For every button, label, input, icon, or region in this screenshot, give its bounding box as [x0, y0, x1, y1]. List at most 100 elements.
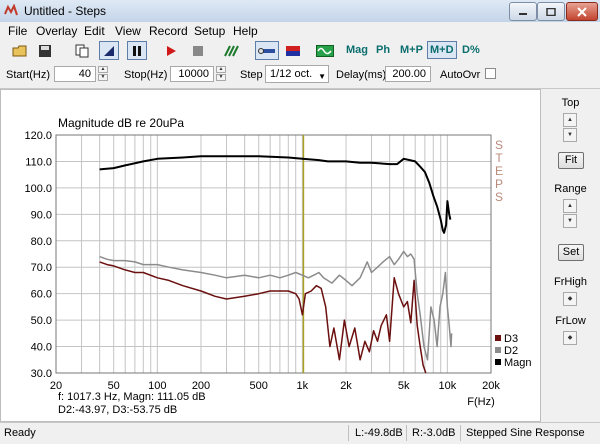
pause-icon [133, 45, 141, 56]
distortion-percent-button[interactable]: D% [462, 44, 480, 56]
copy-icon [75, 44, 89, 57]
minimize-icon [519, 12, 527, 15]
range-down-button[interactable]: ▼ [563, 214, 577, 228]
top-up-button[interactable]: ▲ [563, 113, 577, 127]
mag-distortion-button[interactable]: M+D [427, 41, 457, 59]
menu-view[interactable]: View [115, 24, 141, 38]
status-right-level: R:-3.0dB [412, 427, 456, 439]
stop-label: Stop(Hz) [124, 69, 168, 81]
delay-input[interactable]: 200.00 [385, 66, 431, 82]
sweep-forward-icon [104, 45, 114, 56]
cursor-readout-line2: D2:-43.97, D3:-53.75 dB [58, 404, 177, 416]
frhigh-label: FrHigh [553, 276, 587, 288]
menu-file[interactable]: File [8, 24, 27, 38]
menu-overlay[interactable]: Overlay [36, 24, 77, 38]
flag-button[interactable] [283, 41, 303, 60]
open-button[interactable] [10, 41, 30, 60]
sweep-button[interactable] [99, 41, 119, 60]
y-tick-label: 110.0 [25, 156, 52, 168]
steps-watermark-letter: E [495, 164, 503, 178]
phase-button[interactable]: Ph [376, 44, 390, 56]
toolbar: Mag Ph M+P M+D D% [0, 40, 600, 62]
grid-button[interactable] [222, 41, 242, 60]
range-up-button[interactable]: ▲ [563, 199, 577, 213]
save-disk-icon [39, 44, 51, 57]
menu-edit[interactable]: Edit [84, 24, 105, 38]
status-left-level: L:-49.8dB [355, 427, 403, 439]
magnitude-chart[interactable]: 120.0 110.0 100.0 90.0 80.0 70.0 60.0 50.0 40.0 3… [1, 90, 540, 421]
y-tick-label: 60.0 [31, 289, 52, 301]
y-tick-label: 100.0 [24, 183, 52, 195]
menu-record[interactable]: Record [149, 24, 188, 38]
menu-bar: File Overlay Edit View Record Setup Help [0, 22, 600, 40]
step-select[interactable]: 1/12 oct. ▼ [265, 65, 329, 83]
fit-button[interactable]: Fit [558, 152, 584, 169]
autoovr-label: AutoOvr [440, 69, 481, 81]
plot-background [56, 135, 491, 373]
x-axis-label: F(Hz) [467, 396, 495, 408]
x-tick-label: 20k [482, 380, 500, 392]
steps-watermark-letter: S [495, 138, 503, 152]
minimize-button[interactable] [509, 2, 537, 21]
autoovr-checkbox[interactable] [485, 68, 496, 79]
status-mode: Stepped Sine Response [466, 427, 585, 439]
flag-icon [286, 45, 300, 56]
top-down-button[interactable]: ▼ [563, 128, 577, 142]
y-tick-label: 50.0 [31, 315, 52, 327]
link-icon [258, 47, 275, 54]
step-value: 1/12 oct. [270, 68, 313, 80]
x-tick-label: 5k [398, 380, 410, 392]
cursor-readout-line1: f: 1017.3 Hz, Magn: 111.05 dB [58, 391, 206, 403]
y-tick-label: 30.0 [31, 368, 52, 380]
start-input[interactable]: 40 [54, 66, 96, 82]
maximize-button[interactable] [537, 2, 565, 21]
menu-help[interactable]: Help [233, 24, 258, 38]
y-tick-label: 80.0 [31, 236, 52, 248]
close-button[interactable] [566, 2, 598, 21]
stop-input[interactable]: 10000 [170, 66, 214, 82]
steps-app-icon [4, 4, 18, 16]
close-icon [577, 6, 587, 17]
x-tick-label: 500 [250, 380, 268, 392]
chevron-down-icon: ▼ [318, 72, 326, 81]
x-tick-label: 1k [297, 380, 309, 392]
stop-button[interactable] [188, 41, 208, 60]
stop-icon [193, 45, 203, 56]
x-tick-label: 10k [438, 380, 456, 392]
status-separator [348, 425, 349, 441]
y-tick-label: 120.0 [24, 130, 52, 142]
title-bar: Untitled - Steps [0, 0, 600, 23]
legend-label-d2: D2 [504, 345, 518, 357]
link-button[interactable] [255, 41, 279, 60]
save-button[interactable] [35, 41, 55, 60]
range-label: Range [554, 183, 587, 195]
maximize-icon [546, 7, 556, 16]
status-separator [460, 425, 461, 441]
legend-swatch-magn [495, 359, 501, 365]
mag-button[interactable]: Mag [346, 44, 368, 56]
legend-swatch-d3 [495, 335, 501, 341]
mag-phase-button[interactable]: M+P [400, 44, 423, 56]
y-tick-label: 70.0 [31, 262, 52, 274]
frhigh-spin-button[interactable]: ◆ [563, 292, 577, 306]
record-button[interactable] [161, 41, 181, 60]
parameters-bar: Start(Hz) 40 ▲ ▼ Stop(Hz) 10000 ▲ ▼ Step 1… [0, 62, 600, 89]
menu-setup[interactable]: Setup [194, 24, 225, 38]
stop-spinner[interactable]: ▲ ▼ [216, 66, 226, 82]
start-spinner[interactable]: ▲ ▼ [98, 66, 108, 82]
set-button[interactable]: Set [558, 244, 584, 261]
start-label: Start(Hz) [6, 69, 50, 81]
x-tick-label: 2k [340, 380, 352, 392]
window-title: Untitled - Steps [24, 4, 107, 18]
legend-swatch-d2 [495, 347, 501, 353]
plot-area[interactable]: 120.0 110.0 100.0 90.0 80.0 70.0 60.0 50.0 40.0 3… [0, 89, 541, 422]
chart-title: Magnitude dB re 20uPa [58, 116, 184, 130]
pause-button[interactable] [127, 41, 147, 60]
steps-watermark-letter: S [495, 190, 503, 204]
grid-icon [224, 45, 239, 56]
open-folder-icon [12, 45, 27, 56]
copy-button[interactable] [72, 41, 92, 60]
record-icon [167, 45, 176, 56]
waveform-button[interactable] [315, 41, 335, 60]
frlow-spin-button[interactable]: ◆ [563, 331, 577, 345]
